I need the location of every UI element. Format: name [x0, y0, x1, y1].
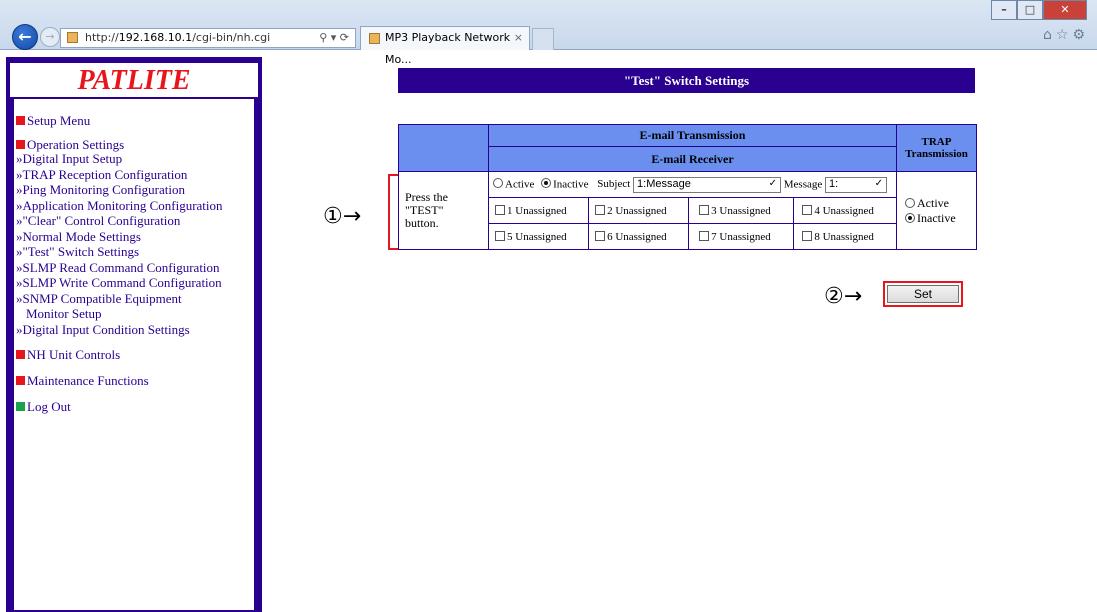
- receiver-5-checkbox[interactable]: [495, 230, 505, 241]
- nh-unit-controls-link[interactable]: NH Unit Controls: [16, 347, 120, 363]
- receiver-8-checkbox[interactable]: [802, 230, 813, 241]
- receiver-5[interactable]: 5 Unassigned: [487, 223, 590, 250]
- subject-label: Subject: [597, 178, 631, 191]
- red-square-icon: [16, 140, 25, 149]
- tab-title: MP3 Playback Network Mo...: [385, 31, 511, 66]
- message-select[interactable]: 1: ✓: [825, 176, 888, 193]
- sidebar-item-snmp-monitor-setup[interactable]: Monitor Setup: [26, 306, 101, 322]
- email-transmission-header: E-mail Transmission: [488, 124, 897, 147]
- toolbar-icons: ⌂☆⚙: [1043, 27, 1089, 43]
- receiver-6[interactable]: 6 Unassigned: [588, 223, 690, 250]
- email-inactive-radio[interactable]: [541, 178, 552, 189]
- sidebar-item-digital-input-condition[interactable]: »Digital Input Condition Settings: [16, 322, 190, 338]
- annotation-marker-2: ②→: [824, 284, 863, 309]
- email-options-cell: Active Inactive Subject 1:Message ✓ Messa…: [488, 171, 897, 198]
- trap-inactive-option[interactable]: Inactive: [905, 211, 976, 226]
- setup-menu-link[interactable]: Setup Menu: [16, 113, 90, 129]
- press-test-label: Press the "TEST" button.: [405, 190, 448, 230]
- sidebar-item-snmp-equipment[interactable]: »SNMP Compatible Equipment: [16, 291, 182, 307]
- trap-transmission-header: TRAP Transmission: [896, 124, 977, 172]
- annotation-marker-1: ①→: [323, 204, 362, 229]
- receiver-3-checkbox[interactable]: [699, 204, 710, 215]
- receiver-2-checkbox[interactable]: [595, 204, 606, 215]
- trap-active-radio[interactable]: [905, 197, 915, 208]
- sidebar-item-clear-control[interactable]: »"Clear" Control Configuration: [16, 213, 180, 229]
- test-switch-table: E-mail Transmission TRAP Transmission E-…: [398, 124, 977, 250]
- back-arrow-icon[interactable]: ←: [12, 24, 38, 50]
- red-square-icon: [16, 376, 25, 385]
- sidebar-item-test-switch[interactable]: »"Test" Switch Settings: [16, 244, 139, 260]
- close-window-icon[interactable]: ✕: [1043, 0, 1087, 20]
- receiver-1[interactable]: 1 Unassigned: [487, 197, 590, 224]
- email-inactive-label: Inactive: [553, 178, 589, 191]
- receiver-6-checkbox[interactable]: [595, 230, 606, 241]
- menu-panel: Setup Menu Operation Settings »Digital I…: [12, 97, 256, 612]
- trap-inactive-radio[interactable]: [905, 212, 915, 223]
- receiver-4[interactable]: 4 Unassigned: [793, 197, 897, 224]
- page-title: "Test" Switch Settings: [398, 68, 975, 93]
- address-url: http://192.168.10.1/cgi-bin/nh.cgi: [85, 31, 271, 44]
- gear-icon[interactable]: ⚙: [1072, 27, 1089, 43]
- browser-tab[interactable]: MP3 Playback Network Mo... ×: [360, 26, 530, 66]
- email-active-radio[interactable]: [493, 178, 503, 189]
- sidebar-item-ping-monitoring[interactable]: »Ping Monitoring Configuration: [16, 182, 185, 198]
- receiver-7-checkbox[interactable]: [699, 230, 710, 241]
- sidebar-item-slmp-write[interactable]: »SLMP Write Command Configuration: [16, 275, 222, 291]
- sidebar-item-application-monitoring[interactable]: »Application Monitoring Configuration: [16, 198, 223, 214]
- chevron-down-icon: ✓: [768, 177, 778, 189]
- tab-favicon-icon: [369, 33, 380, 44]
- log-out-link[interactable]: Log Out: [16, 399, 71, 415]
- email-active-label: Active: [505, 178, 535, 191]
- set-button[interactable]: Set: [887, 285, 959, 303]
- email-receiver-header: E-mail Receiver: [488, 146, 897, 172]
- tab-close-icon[interactable]: ×: [514, 27, 523, 49]
- receiver-7[interactable]: 7 Unassigned: [688, 223, 795, 250]
- trap-options-cell: Active Inactive: [896, 171, 977, 250]
- message-label: Message: [783, 178, 823, 191]
- receiver-2[interactable]: 2 Unassigned: [588, 197, 690, 224]
- receiver-1-checkbox[interactable]: [495, 204, 505, 215]
- home-icon[interactable]: ⌂: [1043, 27, 1056, 43]
- browser-toolbar: ← → http://192.168.10.1/cgi-bin/nh.cgi ⚲…: [0, 0, 1097, 66]
- trap-active-option[interactable]: Active: [905, 196, 976, 211]
- window-controls: – □ ✕: [991, 0, 1087, 20]
- maximize-icon[interactable]: □: [1017, 0, 1043, 20]
- receiver-4-checkbox[interactable]: [802, 204, 813, 215]
- row-label: Press the "TEST" button.: [398, 171, 489, 250]
- sidebar-item-trap-reception[interactable]: »TRAP Reception Configuration: [16, 167, 187, 183]
- minimize-icon[interactable]: –: [991, 0, 1017, 20]
- favorites-star-icon[interactable]: ☆: [1056, 27, 1073, 43]
- chevron-down-icon: ✓: [874, 177, 884, 189]
- address-bar[interactable]: http://192.168.10.1/cgi-bin/nh.cgi ⚲ ▾ ⟳: [60, 28, 356, 48]
- subject-select[interactable]: 1:Message ✓: [633, 176, 782, 193]
- receiver-3[interactable]: 3 Unassigned: [688, 197, 795, 224]
- sidebar-item-digital-input[interactable]: »Digital Input Setup: [16, 151, 122, 167]
- forward-arrow-icon[interactable]: →: [40, 27, 60, 47]
- search-refresh-icon[interactable]: ⚲ ▾ ⟳: [319, 29, 349, 47]
- patlite-logo: PATLITE: [77, 65, 191, 96]
- green-square-icon: [16, 402, 25, 411]
- sidebar-item-normal-mode[interactable]: »Normal Mode Settings: [16, 229, 141, 245]
- maintenance-functions-link[interactable]: Maintenance Functions: [16, 373, 149, 389]
- annotation-bracket-1: [388, 174, 398, 250]
- blank-header-cell: [398, 124, 489, 172]
- site-favicon-icon: [67, 32, 78, 43]
- sidebar-item-slmp-read[interactable]: »SLMP Read Command Configuration: [16, 260, 220, 276]
- sidebar: PATLITE Setup Menu Operation Settings »D…: [6, 57, 262, 612]
- red-square-icon: [16, 350, 25, 359]
- red-square-icon: [16, 116, 25, 125]
- receiver-8[interactable]: 8 Unassigned: [793, 223, 897, 250]
- new-tab-button[interactable]: [532, 28, 554, 50]
